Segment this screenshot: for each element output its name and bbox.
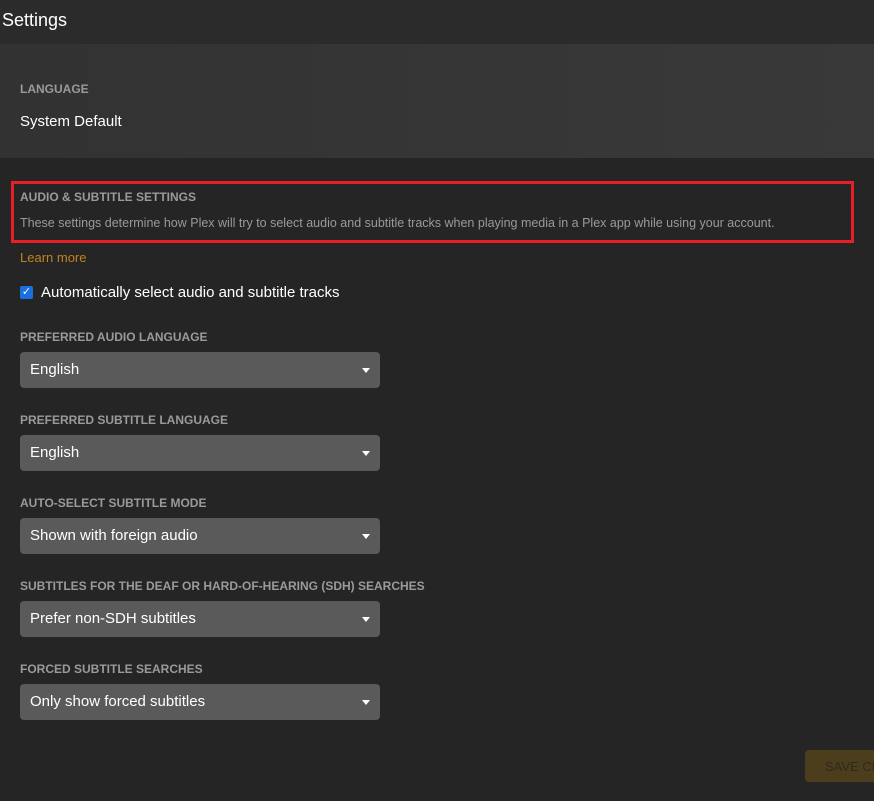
header: Settings <box>0 0 874 44</box>
select-value: Shown with foreign audio <box>30 527 198 544</box>
language-panel: LANGUAGE <box>0 44 874 158</box>
language-value[interactable]: System Default <box>20 113 122 130</box>
page-title: Settings <box>2 10 68 30</box>
save-changes-button[interactable]: SAVE CHANGES <box>805 750 874 782</box>
caret-down-icon <box>362 368 370 373</box>
field-label: AUTO-SELECT SUBTITLE MODE <box>20 496 207 510</box>
select-value: Only show forced subtitles <box>30 693 206 710</box>
field-label: SUBTITLES FOR THE DEAF OR HARD-OF-HEARIN… <box>20 579 425 593</box>
caret-down-icon <box>362 451 370 456</box>
section-heading: AUDIO & SUBTITLE SETTINGS <box>20 190 197 204</box>
section-description: These settings determine how Plex will t… <box>20 216 775 230</box>
select-value: Prefer non-SDH subtitles <box>30 610 196 627</box>
preferred-audio-language-select[interactable]: English <box>20 352 380 388</box>
subtitle-mode-select[interactable]: Shown with foreign audio <box>20 518 380 554</box>
language-label: LANGUAGE <box>20 82 89 96</box>
auto-select-checkbox-row[interactable]: ✓ Automatically select audio and subtitl… <box>20 284 339 301</box>
caret-down-icon <box>362 617 370 622</box>
checkbox-checked-icon[interactable]: ✓ <box>20 286 33 299</box>
sdh-searches-select[interactable]: Prefer non-SDH subtitles <box>20 601 380 637</box>
preferred-subtitle-language-select[interactable]: English <box>20 435 380 471</box>
select-value: English <box>30 361 80 378</box>
field-label: FORCED SUBTITLE SEARCHES <box>20 662 203 676</box>
caret-down-icon <box>362 700 370 705</box>
select-value: English <box>30 444 80 461</box>
forced-subtitle-select[interactable]: Only show forced subtitles <box>20 684 380 720</box>
learn-more-link[interactable]: Learn more <box>20 250 86 265</box>
field-label: PREFERRED AUDIO LANGUAGE <box>20 330 208 344</box>
field-label: PREFERRED SUBTITLE LANGUAGE <box>20 413 229 427</box>
caret-down-icon <box>362 534 370 539</box>
auto-select-label: Automatically select audio and subtitle … <box>41 284 340 301</box>
save-label: SAVE CHANGES <box>825 759 874 774</box>
